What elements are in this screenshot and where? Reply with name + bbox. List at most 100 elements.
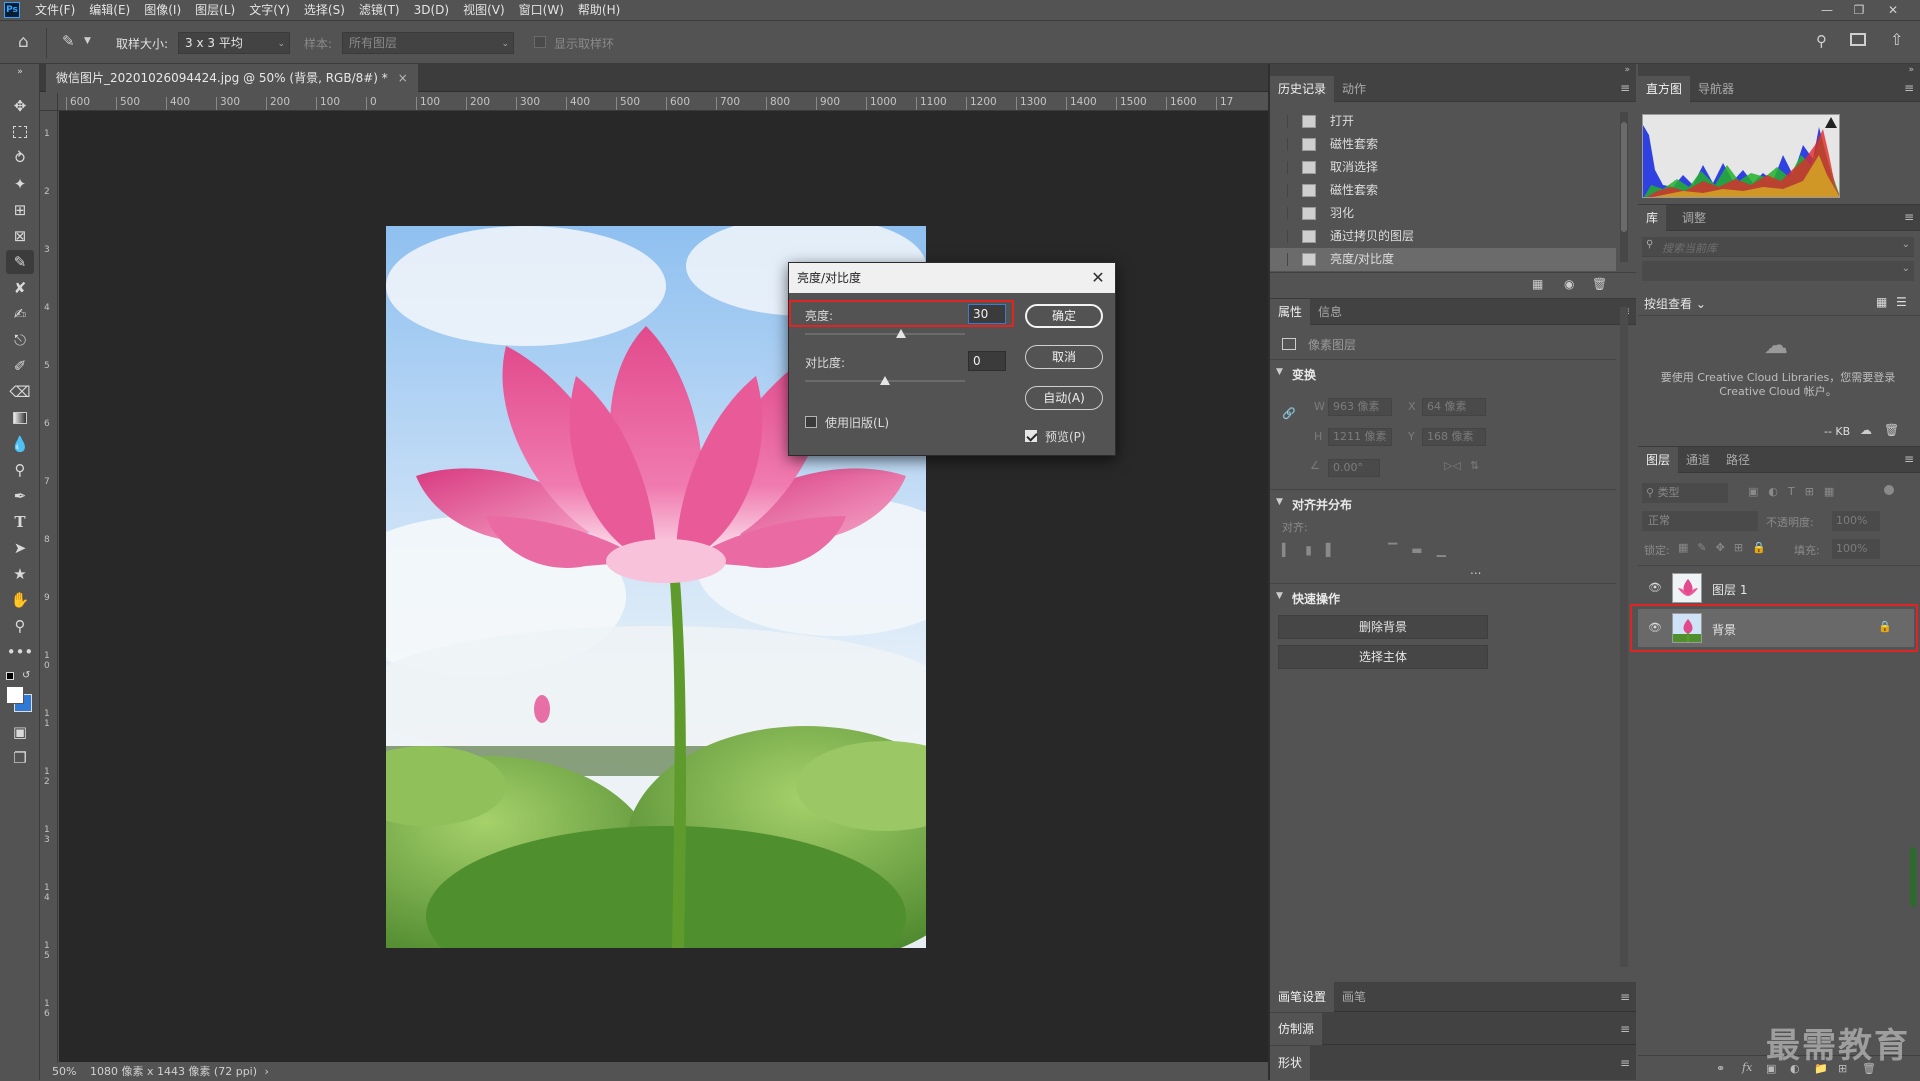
preview-checkbox[interactable] <box>1025 430 1037 442</box>
history-item[interactable]: 通过拷贝的图层 <box>1270 225 1616 248</box>
lock-icons[interactable]: ▦✎✥⊞🔒 <box>1678 541 1775 554</box>
menu-item[interactable]: 图层(L) <box>188 0 242 20</box>
chevron-down-icon[interactable]: ▼ <box>1276 367 1283 377</box>
contrast-slider-thumb[interactable] <box>880 376 890 385</box>
panel-menu-icon[interactable]: ≡ <box>1620 1056 1630 1070</box>
tab-adjustments[interactable]: 调整 <box>1674 205 1714 231</box>
marquee-tool-icon[interactable] <box>6 120 34 144</box>
trash-icon[interactable]: 🗑 <box>1884 423 1899 437</box>
restore-icon[interactable]: ❐ <box>1846 0 1872 20</box>
menu-item[interactable]: 编辑(E) <box>82 0 137 20</box>
menu-item[interactable]: 帮助(H) <box>571 0 627 20</box>
type-tool-icon[interactable]: T <box>6 510 34 534</box>
sample-size-select[interactable]: 3 x 3 平均 ⌄ <box>178 32 290 54</box>
tab-layers[interactable]: 图层 <box>1638 447 1679 473</box>
contrast-input[interactable]: 0 <box>968 351 1006 371</box>
history-snapshot-toggle[interactable] <box>1276 253 1288 266</box>
chevron-right-icon[interactable]: › <box>265 1065 269 1078</box>
screen-mode-icon[interactable]: ❐ <box>6 746 34 770</box>
history-snapshot-toggle[interactable] <box>1276 184 1288 197</box>
tab-properties[interactable]: 属性 <box>1270 299 1311 325</box>
flip-horizontal-icon[interactable]: ▷◁ <box>1444 459 1461 472</box>
panel-menu-icon[interactable]: ≡ <box>1904 452 1914 466</box>
swap-colors-icon[interactable]: ↺ <box>22 670 30 681</box>
legacy-checkbox[interactable] <box>805 416 817 428</box>
eraser-tool-icon[interactable]: ⌫ <box>6 380 34 404</box>
remove-background-button[interactable]: 删除背景 <box>1278 615 1488 639</box>
tab-clone-source[interactable]: 仿制源 <box>1270 1013 1323 1045</box>
blend-mode-select[interactable]: 正常 <box>1642 511 1758 531</box>
close-tab-icon[interactable]: × <box>398 71 408 85</box>
collapse-icon[interactable]: » <box>6 66 34 78</box>
select-subject-button[interactable]: 选择主体 <box>1278 645 1488 669</box>
default-colors-icon[interactable] <box>6 672 14 680</box>
foreground-color-swatch[interactable] <box>6 686 24 704</box>
lasso-tool-icon[interactable]: ⥁ <box>6 146 34 170</box>
zoom-level[interactable]: 50% <box>52 1065 76 1078</box>
more-options[interactable]: ... <box>1470 563 1481 577</box>
library-search[interactable]: ⚲ 搜索当前库 ⌄ <box>1642 237 1914 257</box>
chevron-down-icon[interactable]: ▼ <box>84 36 91 46</box>
properties-scrollbar[interactable] <box>1620 307 1628 967</box>
menu-item[interactable]: 文件(F) <box>28 0 82 20</box>
menu-item[interactable]: 选择(S) <box>297 0 352 20</box>
tab-paths[interactable]: 路径 <box>1718 447 1758 473</box>
tab-actions[interactable]: 动作 <box>1334 76 1374 102</box>
history-snapshot-toggle[interactable] <box>1276 138 1288 151</box>
eyedropper-tool-icon[interactable]: ✎ <box>6 250 34 274</box>
gradient-tool-icon[interactable] <box>6 406 34 430</box>
menu-item[interactable]: 图像(I) <box>137 0 188 20</box>
link-icon[interactable]: 🔗 <box>1282 407 1296 420</box>
more-tools-icon[interactable]: ••• <box>6 640 34 664</box>
history-snapshot-toggle[interactable] <box>1276 161 1288 174</box>
auto-button[interactable]: 自动(A) <box>1025 386 1103 410</box>
opacity-field[interactable]: 100% <box>1832 511 1880 531</box>
history-brush-tool-icon[interactable]: ✐ <box>6 354 34 378</box>
history-item[interactable]: 磁性套索 <box>1270 133 1616 156</box>
panel-menu-icon[interactable]: ≡ <box>1620 990 1630 1004</box>
list-view-icon[interactable]: ☰ <box>1896 295 1907 309</box>
tab-brush-settings[interactable]: 画笔设置 <box>1270 982 1335 1012</box>
tab-navigator[interactable]: 导航器 <box>1690 76 1742 102</box>
move-tool-icon[interactable]: ✥ <box>6 94 34 118</box>
panel-menu-icon[interactable]: ≡ <box>1620 1022 1630 1036</box>
close-icon[interactable]: ✕ <box>1087 263 1109 293</box>
hand-tool-icon[interactable]: ✋ <box>6 588 34 612</box>
trash-icon[interactable]: 🗑 <box>1592 277 1607 291</box>
chevron-down-icon[interactable]: ▼ <box>1276 591 1283 601</box>
dodge-tool-icon[interactable]: ⚲ <box>6 458 34 482</box>
layer-filter-icons[interactable]: ▣◐T⊞▦ <box>1748 485 1844 498</box>
search-icon[interactable]: ⚲ <box>1816 32 1827 50</box>
history-item[interactable]: 磁性套索 <box>1270 179 1616 202</box>
history-snapshot-toggle[interactable] <box>1276 230 1288 243</box>
quick-mask-icon[interactable]: ▣ <box>6 720 34 744</box>
eyedropper-tool-icon[interactable]: ✎ <box>62 32 75 50</box>
minimize-icon[interactable]: — <box>1814 0 1840 20</box>
tab-info[interactable]: 信息 <box>1310 299 1350 325</box>
history-snapshot-toggle[interactable] <box>1276 207 1288 220</box>
menu-item[interactable]: 窗口(W) <box>512 0 571 20</box>
height-field[interactable]: 1211 像素 <box>1328 428 1392 446</box>
quick-selection-tool-icon[interactable]: ✦ <box>6 172 34 196</box>
x-field[interactable]: 64 像素 <box>1422 398 1486 416</box>
tab-histogram[interactable]: 直方图 <box>1638 76 1691 102</box>
healing-tool-icon[interactable]: ✘ <box>6 276 34 300</box>
home-icon[interactable]: ⌂ <box>18 32 29 52</box>
tab-history[interactable]: 历史记录 <box>1270 76 1335 102</box>
link-layers-icon[interactable]: ⚭ <box>1716 1062 1725 1075</box>
layer-name[interactable]: 图层 1 <box>1712 581 1747 598</box>
camera-icon[interactable]: ◉ <box>1564 277 1574 291</box>
grid-view-icon[interactable]: ▦ <box>1876 295 1887 309</box>
layers-scrollbar[interactable] <box>1910 847 1916 907</box>
group-view-dropdown[interactable]: 按组查看 ⌄ <box>1644 295 1706 312</box>
fx-icon[interactable]: fx <box>1742 1061 1752 1074</box>
panel-menu-icon[interactable]: ≡ <box>1904 210 1914 224</box>
show-ring-checkbox[interactable] <box>534 36 546 48</box>
library-select[interactable]: ⌄ <box>1642 261 1914 281</box>
share-icon[interactable]: ⇧ <box>1890 30 1903 49</box>
history-item[interactable]: 打开 <box>1270 110 1616 133</box>
warning-icon[interactable] <box>1825 117 1837 128</box>
pen-tool-icon[interactable]: ✒ <box>6 484 34 508</box>
layer-filter-select[interactable]: ⚲ 类型 <box>1642 483 1728 503</box>
new-document-icon[interactable]: ▦ <box>1532 277 1543 291</box>
